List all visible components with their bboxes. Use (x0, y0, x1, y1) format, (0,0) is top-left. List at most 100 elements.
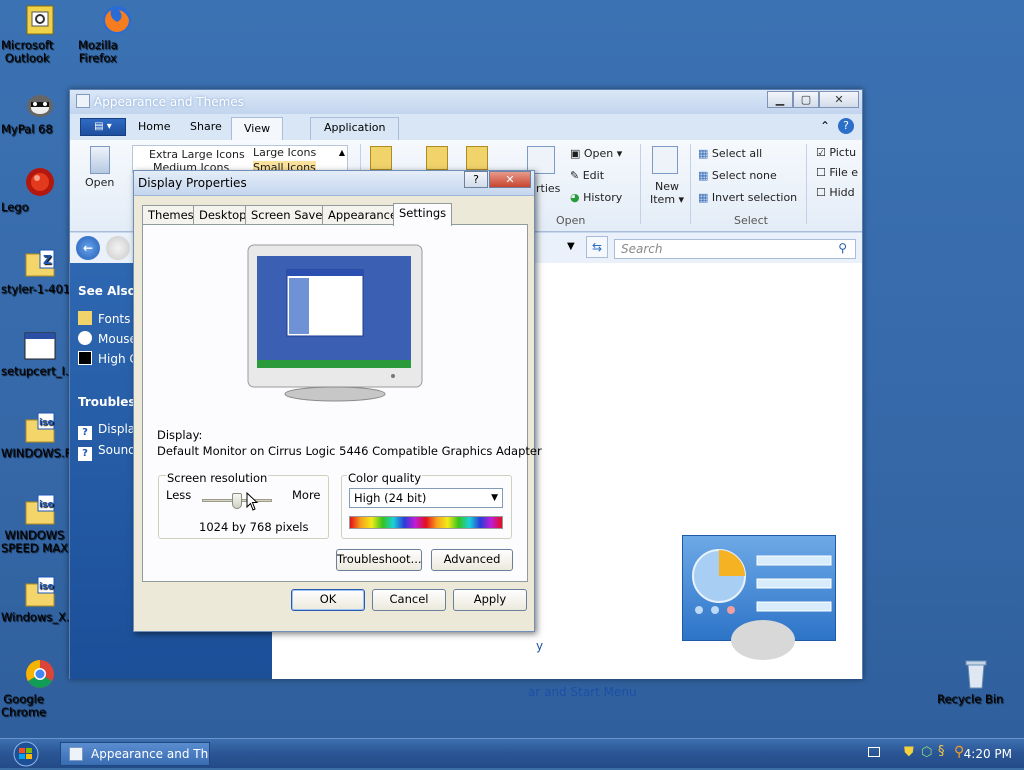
dialog-titlebar[interactable]: Display Properties ? ✕ (134, 171, 534, 196)
troubleshoot-button[interactable]: Troubleshoot... (336, 549, 422, 571)
hidden-items-checkbox[interactable]: ☐ Hidd (816, 186, 855, 199)
file-extensions-checkbox[interactable]: ☐ File e (816, 166, 858, 179)
tab-application[interactable]: Application (310, 117, 400, 140)
desktop-icon-setupcert[interactable]: setupcert_I... (1, 330, 79, 378)
taskbar-item-appearance-themes[interactable]: Appearance and Th... (60, 742, 210, 766)
help-icon: ? (78, 447, 92, 461)
back-arrow-icon[interactable]: ← (76, 236, 100, 260)
tab-home[interactable]: Home (138, 120, 170, 133)
desktop-icon-mypal[interactable]: MyPal 68 (1, 88, 79, 136)
search-input[interactable]: Search ⚲ (614, 239, 856, 259)
edit-button[interactable]: ✎ Edit (570, 169, 604, 182)
system-tray: ⛊ ⬡ § ⚲ 4:20 PM (844, 739, 1024, 769)
clock[interactable]: 4:20 PM (964, 747, 1012, 761)
network-icon[interactable]: ⬡ (921, 745, 932, 760)
desktop-icon-label: Google Chrome (1, 692, 47, 719)
ribbon-separator (640, 144, 641, 224)
desktop-icon-lego[interactable]: Lego (1, 166, 79, 214)
refresh-icon[interactable]: ⇆ (586, 236, 608, 258)
see-also-heading: See Also (78, 284, 136, 298)
scroll-up-icon[interactable]: ▲ (339, 148, 345, 157)
apply-button[interactable]: Apply (453, 589, 527, 611)
explorer-title: Appearance and Themes (94, 95, 244, 109)
link-mouse[interactable]: Mouse (78, 331, 137, 346)
resolution-slider[interactable] (202, 493, 272, 511)
help-button[interactable]: ? (464, 171, 488, 188)
mouse-icon (78, 331, 92, 345)
desktop-icon-firefox[interactable]: Mozilla Firefox (78, 4, 156, 65)
shield-icon[interactable]: ⛊ (904, 745, 914, 760)
desktop-icon-outlook[interactable]: Microsoft Outlook (1, 4, 79, 65)
maximize-button[interactable]: ▢ (793, 91, 819, 108)
help-icon: ? (78, 426, 92, 440)
tab-desktop[interactable]: Desktop (193, 205, 253, 225)
explorer-titlebar[interactable]: Appearance and Themes ▁ ▢ ✕ (70, 90, 862, 114)
tab-appearance[interactable]: Appearance (322, 205, 404, 225)
slider-thumb[interactable] (232, 493, 242, 509)
new-item-icon[interactable] (652, 146, 678, 174)
folder-move-icon[interactable] (466, 146, 488, 170)
desktop-icon-windows-speed-max[interactable]: iso WINDOWS SPEED MAX (1, 494, 79, 555)
resolution-less-label: Less (166, 488, 192, 502)
history-button[interactable]: ◕ History (570, 191, 622, 204)
forward-arrow-icon[interactable] (106, 236, 130, 260)
desktop-icon-label: setupcert_I... (1, 364, 76, 378)
layout-large-icons[interactable]: Large Icons (253, 146, 316, 159)
history-icon: ◕ (570, 191, 584, 204)
minimize-button[interactable]: ▁ (767, 91, 793, 108)
chevron-down-icon[interactable]: ▼ (491, 489, 498, 507)
keyboard-icon[interactable] (868, 747, 880, 757)
monitor-preview (247, 244, 425, 402)
desktop-icon-recycle-bin[interactable]: Recycle Bin (937, 658, 1015, 706)
advanced-button[interactable]: Advanced (431, 549, 513, 571)
properties-button[interactable]: rties (536, 182, 560, 195)
ribbon-separator (690, 144, 691, 224)
tab-share[interactable]: Share (190, 120, 222, 133)
color-spectrum-bar (349, 516, 503, 529)
invert-selection-button[interactable]: ▦ Invert selection (698, 191, 797, 204)
high-contrast-icon (78, 351, 92, 365)
appearance-themes-illustration (682, 535, 836, 660)
close-button[interactable]: ✕ (489, 171, 531, 188)
desktop-icon-windows-x[interactable]: iso Windows_X... (1, 576, 79, 624)
search-icon[interactable]: ⚲ (838, 241, 847, 255)
select-all-button[interactable]: ▦ Select all (698, 147, 762, 160)
ok-button[interactable]: OK (291, 589, 365, 611)
open-menu-button[interactable]: ▣ Open ▾ (570, 147, 622, 160)
display-value: Default Monitor on Cirrus Logic 5446 Com… (157, 444, 542, 458)
java-icon[interactable]: § (938, 744, 945, 759)
desktop-icon-styler[interactable]: Z styler-1-401-... (1, 248, 85, 296)
select-none-icon: ▦ (698, 169, 712, 182)
tab-themes[interactable]: Themes (142, 205, 200, 225)
tab-settings[interactable]: Settings (393, 203, 453, 226)
new-folder-icon[interactable] (370, 146, 392, 170)
task-link-taskbar-start-menu[interactable]: ar and Start Menu (528, 685, 637, 699)
link-sound-troubleshooter[interactable]: ? Sound (78, 443, 136, 461)
select-none-button[interactable]: ▦ Select none (698, 169, 777, 182)
address-dropdown-icon[interactable]: ▼ (567, 241, 575, 252)
help-icon[interactable]: ? (838, 118, 854, 134)
open-button[interactable]: Open (85, 176, 114, 189)
task-link[interactable]: y (536, 639, 543, 653)
color-quality-select[interactable]: High (24 bit) ▼ (349, 488, 503, 508)
layout-gallery[interactable]: Extra Large Icons Large Icons Medium Ico… (132, 145, 348, 174)
start-button[interactable] (6, 741, 46, 767)
tab-screen-saver[interactable]: Screen Saver (245, 205, 334, 225)
desktop-icon-chrome[interactable]: Google Chrome (1, 658, 79, 719)
desktop-icon-windows-f[interactable]: iso WINDOWS.F... (1, 412, 80, 460)
tab-view[interactable]: View (231, 117, 284, 140)
folder-icon[interactable] (426, 146, 448, 170)
link-high-contrast[interactable]: High C (78, 351, 138, 366)
chevron-up-icon[interactable]: ⌃ (820, 119, 830, 133)
link-fonts[interactable]: Fonts (78, 311, 130, 326)
mouse-pointer-icon (246, 491, 260, 515)
taskbar: Appearance and Th... ⛊ ⬡ § ⚲ 4:20 PM (0, 738, 1024, 768)
pictures-checkbox[interactable]: ☑ Pictu (816, 146, 856, 159)
cancel-button[interactable]: Cancel (372, 589, 446, 611)
zip-folder-icon: Z (24, 248, 56, 280)
layout-extra-large-icons[interactable]: Extra Large Icons (149, 148, 245, 161)
new-item-button[interactable]: New Item ▾ (650, 180, 684, 206)
desktop-icon-label: WINDOWS SPEED MAX (1, 528, 68, 555)
close-button[interactable]: ✕ (819, 91, 859, 108)
file-menu-button[interactable]: ▤ ▾ (80, 118, 126, 136)
